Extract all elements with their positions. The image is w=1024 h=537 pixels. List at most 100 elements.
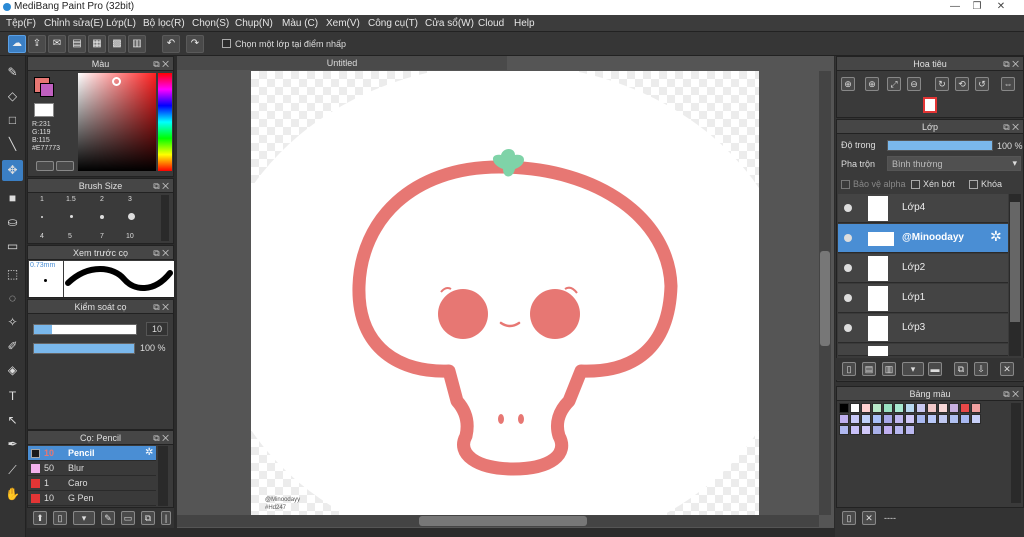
new-layer-8bit-icon[interactable]: ▥ [882, 362, 896, 376]
brush-list-scrollbar[interactable] [158, 446, 168, 506]
line-tool-icon[interactable]: ╲ [2, 134, 23, 155]
size-dot[interactable] [41, 216, 43, 218]
layer-scrollbar[interactable] [1009, 194, 1021, 356]
palette-swatch[interactable] [916, 414, 926, 424]
zoom-in-icon[interactable]: ⊕ [841, 77, 855, 91]
palette-swatch[interactable] [927, 403, 937, 413]
size-dot[interactable] [128, 213, 135, 220]
navigator-thumbnail[interactable] [923, 97, 937, 113]
trash-icon[interactable]: ✕ [862, 511, 876, 525]
palette-swatch[interactable] [872, 414, 882, 424]
palette-swatch[interactable] [839, 403, 849, 413]
brush-size-scrollbar[interactable] [161, 195, 169, 241]
select-layer-checkbox[interactable] [222, 39, 231, 48]
rotate-icon[interactable]: ↺ [975, 77, 989, 91]
saturation-value-picker[interactable] [78, 73, 156, 171]
gear-icon[interactable]: ✲ [145, 447, 153, 458]
add-layer-menu-icon[interactable]: ▾ [902, 362, 924, 376]
lasso-icon[interactable]: ◌ [2, 288, 23, 309]
folder-icon[interactable]: ▭ [121, 511, 135, 525]
redo-icon[interactable]: ↷ [186, 35, 204, 53]
secondary-color-swatch[interactable] [40, 83, 54, 97]
palette-swatch[interactable] [905, 425, 915, 435]
palette-swatch[interactable] [883, 414, 893, 424]
select-rect-icon[interactable]: ⬚ [2, 264, 23, 285]
menu-tools[interactable]: Công cụ(T) [368, 18, 418, 29]
menu-layer[interactable]: Lớp(L) [106, 18, 136, 29]
brush-size-slider[interactable] [33, 324, 137, 335]
menu-view[interactable]: Xem(V) [326, 18, 360, 29]
select-eraser-icon[interactable]: ◈ [2, 360, 23, 381]
edit-brush-icon[interactable]: ✎ [101, 511, 115, 525]
document-tab[interactable]: Untitled [177, 56, 507, 70]
size-label[interactable]: 5 [68, 233, 72, 240]
palette-swatch[interactable] [861, 425, 871, 435]
palette-swatch[interactable] [894, 414, 904, 424]
panel-close-icon[interactable]: ⧉ ✕ [153, 179, 169, 193]
trash-icon[interactable]: ✕ [1000, 362, 1014, 376]
rotate-icon[interactable]: ↻ [935, 77, 949, 91]
new-layer-icon[interactable]: ▯ [842, 362, 856, 376]
layer-row[interactable]: Lớp1 [838, 284, 1008, 313]
zoom-out-icon[interactable]: ⊖ [907, 77, 921, 91]
size-label[interactable]: 3 [128, 196, 132, 203]
color-add-icon[interactable] [36, 161, 54, 171]
layer-row[interactable]: Lớp2 [838, 254, 1008, 283]
vertical-scroll-thumb[interactable] [820, 251, 830, 346]
grid-icon[interactable]: ▩ [108, 35, 126, 53]
size-dot[interactable] [70, 215, 73, 218]
palette-swatch[interactable] [949, 403, 959, 413]
menu-file[interactable]: Tệp(F) [6, 18, 36, 29]
palette-swatch[interactable] [872, 425, 882, 435]
palette-swatch[interactable] [905, 414, 915, 424]
color-swap-icon[interactable] [56, 161, 74, 171]
palette-swatch[interactable] [850, 425, 860, 435]
more-icon[interactable]: | [161, 511, 171, 525]
new-halftone-layer-icon[interactable]: ▤ [862, 362, 876, 376]
palette-swatch[interactable] [850, 403, 860, 413]
brush-item[interactable]: 10 Pencil ✲ [28, 446, 156, 461]
palette-swatch[interactable] [883, 403, 893, 413]
panel-close-icon[interactable]: ⧉ ✕ [153, 300, 169, 314]
size-label[interactable]: 1 [40, 196, 44, 203]
palette-swatch[interactable] [894, 425, 904, 435]
menu-edit[interactable]: Chỉnh sửa(E) [44, 18, 104, 29]
document-icon[interactable]: ▦ [88, 35, 106, 53]
palette-swatch[interactable] [850, 414, 860, 424]
palette-scrollbar[interactable] [1011, 403, 1021, 503]
undo-icon[interactable]: ↶ [162, 35, 180, 53]
eye-icon[interactable] [844, 264, 852, 272]
lock-checkbox[interactable] [969, 180, 978, 189]
brush-menu-icon[interactable]: ▾ [73, 511, 95, 525]
copy-brush-icon[interactable]: ⧉ [141, 511, 155, 525]
layer-row[interactable]: Lớp3 [838, 314, 1008, 343]
menu-color[interactable]: Màu (C) [282, 18, 318, 29]
horizontal-scrollbar[interactable] [177, 515, 819, 527]
layout-icon[interactable]: ▥ [128, 35, 146, 53]
palette-swatch[interactable] [883, 425, 893, 435]
picker-cursor[interactable] [112, 77, 121, 86]
clipping-checkbox[interactable] [911, 180, 920, 189]
palette-swatch[interactable] [905, 403, 915, 413]
size-dot[interactable] [100, 215, 104, 219]
select-pen-icon[interactable]: ✐ [2, 336, 23, 357]
size-label[interactable]: 7 [100, 233, 104, 240]
eraser-tool-icon[interactable]: ◇ [2, 86, 23, 107]
palette-swatch[interactable] [949, 414, 959, 424]
hue-slider[interactable] [158, 73, 172, 171]
protect-alpha-checkbox[interactable] [841, 180, 850, 189]
layer-row[interactable]: Lớp4 [838, 194, 1008, 223]
move-tool-icon[interactable]: ✥ [2, 160, 23, 181]
zoom-in-icon[interactable]: ⊕ [865, 77, 879, 91]
magic-wand-icon[interactable]: ✧ [2, 312, 23, 333]
layer-row[interactable] [838, 344, 1008, 356]
palette-swatch[interactable] [971, 414, 981, 424]
new-palette-icon[interactable]: ▯ [842, 511, 856, 525]
blend-mode-select[interactable]: Bình thường ▾ [887, 156, 1021, 171]
menu-select[interactable]: Chọn(S) [192, 18, 229, 29]
close-button[interactable]: ✕ [990, 0, 1012, 13]
size-label[interactable]: 1.5 [66, 196, 76, 203]
horizontal-scroll-thumb[interactable] [419, 516, 587, 526]
eye-icon[interactable] [844, 324, 852, 332]
palette-swatch[interactable] [872, 403, 882, 413]
